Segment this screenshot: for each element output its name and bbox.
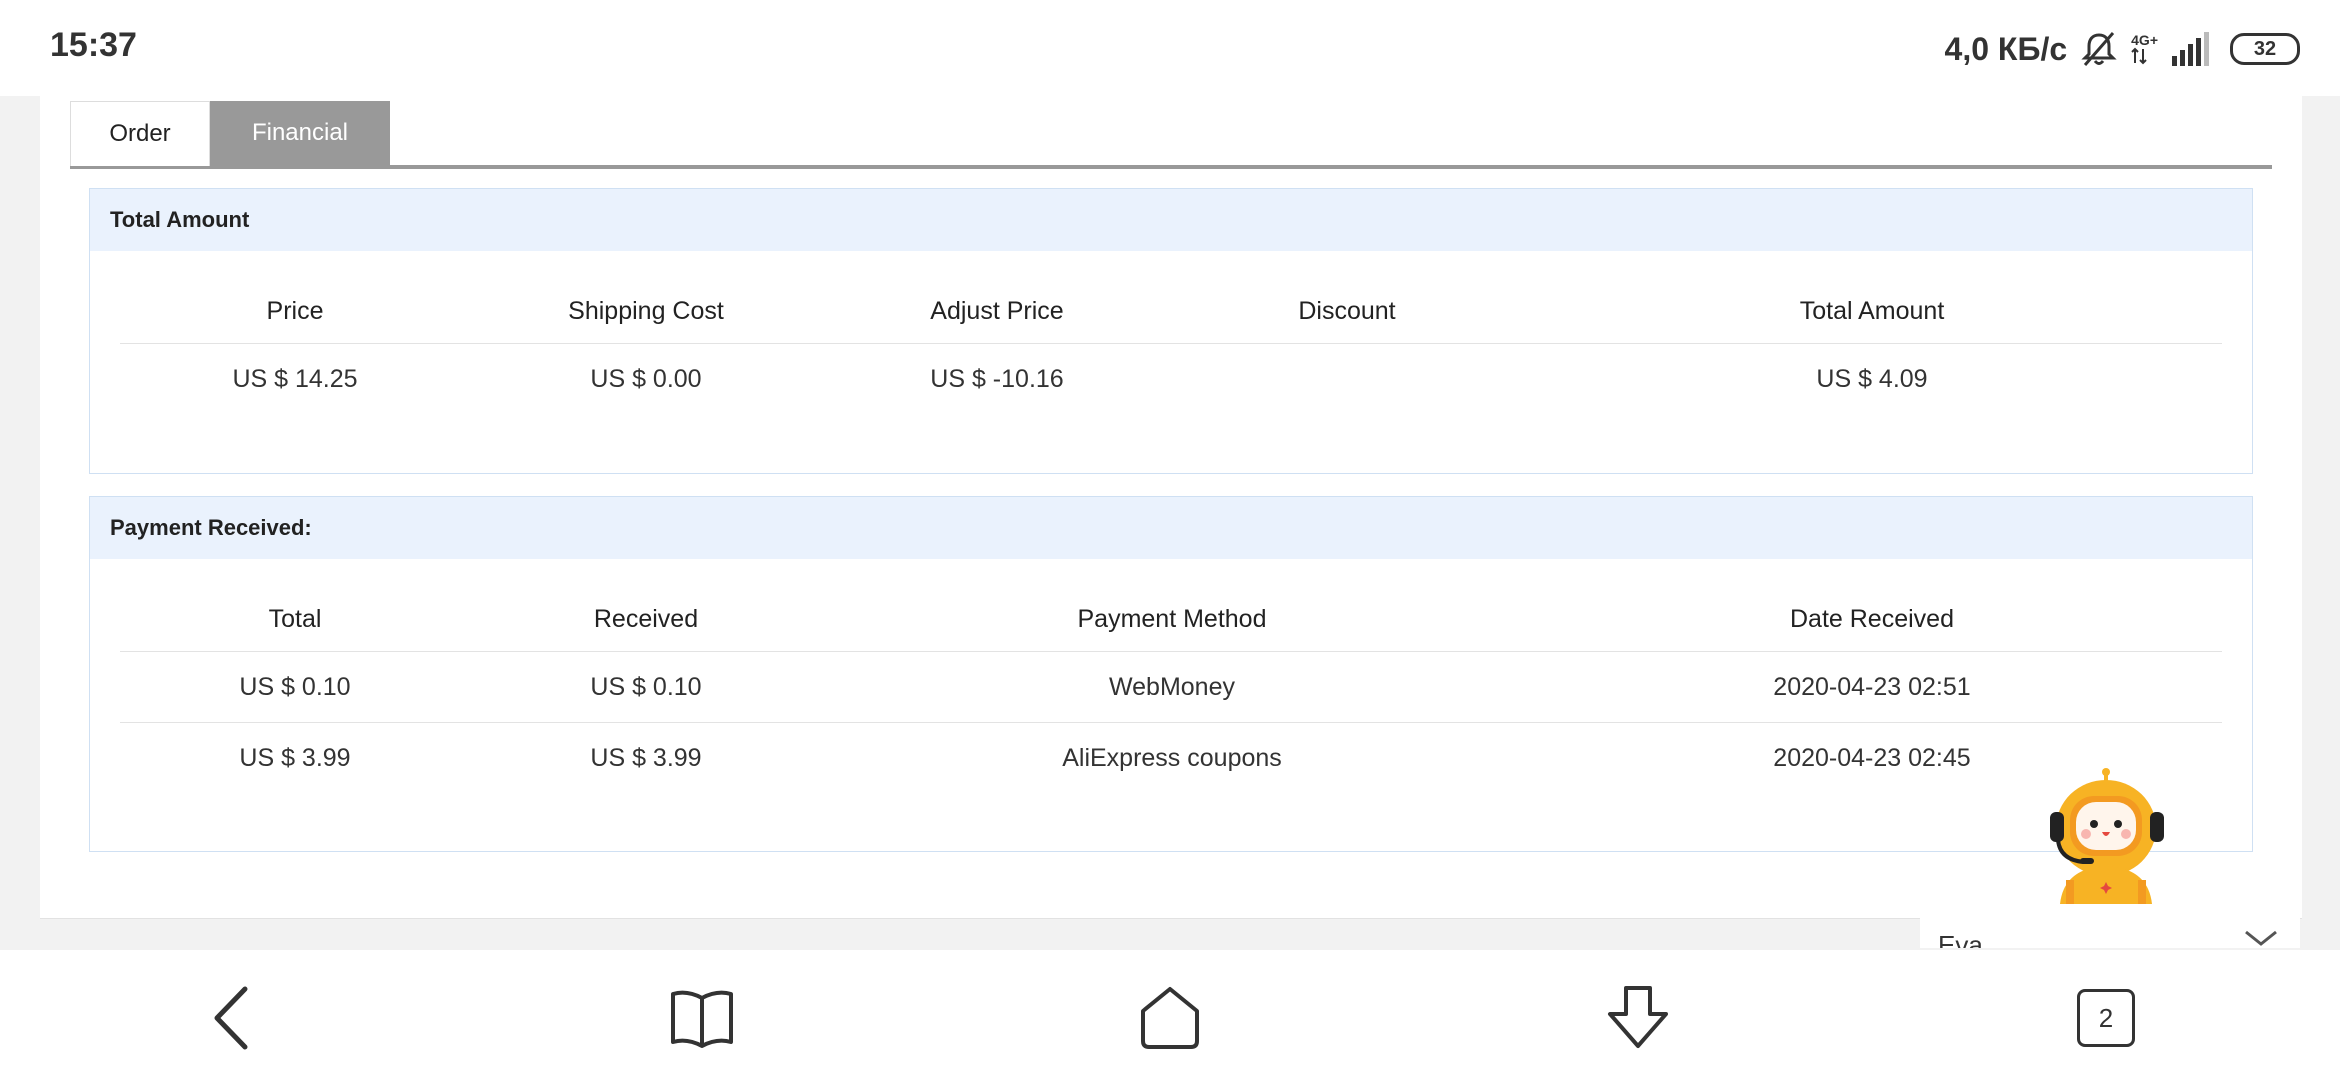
column-header: Total (268, 604, 322, 633)
download-arrow-icon (1608, 986, 1668, 1048)
price-cell: US $ 14.25 (120, 343, 470, 414)
column-header: Received (593, 604, 699, 633)
bell-off-icon (2081, 32, 2117, 66)
payment-received-section: Payment Received: Total Received Payment… (89, 496, 2253, 852)
adjust-price-cell: US $ -10.16 (822, 343, 1172, 414)
robot-assistant-icon[interactable] (2050, 768, 2174, 904)
received-cell: US $ 0.10 (470, 651, 822, 723)
browser-nav-bar: 2 (0, 950, 2340, 1080)
payment-method-cell: WebMoney (822, 651, 1522, 723)
table-row: US $ 0.10 US $ 0.10 WebMoney 2020-04-23 … (120, 651, 2222, 723)
status-indicators: 4,0 КБ/с 4G+ 32 (1945, 24, 2300, 74)
tabs-button[interactable]: 2 (2068, 980, 2144, 1056)
home-button[interactable] (1132, 980, 1208, 1056)
section-title: Payment Received: (90, 497, 2252, 559)
column-header: Date Received (1790, 604, 1954, 633)
network-speed: 4,0 КБ/с (1944, 30, 2068, 67)
table-row: US $ 3.99 US $ 3.99 AliExpress coupons 2… (120, 722, 2222, 793)
shipping-cost-cell: US $ 0.00 (470, 343, 822, 414)
column-header: Shipping Cost (568, 296, 724, 325)
back-button[interactable] (194, 980, 270, 1056)
date-received-cell: 2020-04-23 02:51 (1522, 651, 2222, 723)
table-row: US $ 14.25 US $ 0.00 US $ -10.16 US $ 4.… (120, 343, 2222, 414)
total-cell: US $ 0.10 (120, 651, 470, 723)
back-arrow-icon (214, 986, 248, 1050)
column-header: Payment Method (1077, 604, 1267, 633)
payment-received-table: Total Received Payment Method Date Recei… (120, 587, 2222, 793)
bookmarks-button[interactable] (664, 980, 740, 1056)
chat-agent-name: Eva (1938, 930, 1983, 948)
tab-bar: Order Financial (70, 101, 2272, 169)
chevron-down-icon[interactable] (2244, 928, 2278, 948)
discount-cell (1172, 343, 1522, 414)
total-amount-cell: US $ 4.09 (1522, 343, 2222, 414)
network-type: 4G+ (2131, 33, 2158, 65)
column-header: Discount (1298, 296, 1396, 325)
data-arrows-icon (2131, 47, 2147, 65)
order-detail-card: Order Financial Total Amount Price Shipp… (40, 96, 2302, 919)
tab-order[interactable]: Order (70, 101, 210, 166)
total-cell: US $ 3.99 (120, 722, 470, 793)
column-header: Total Amount (1799, 296, 1945, 325)
payment-method-cell: AliExpress coupons (822, 722, 1522, 793)
battery-icon: 32 (2230, 33, 2300, 65)
status-bar: 15:37 4,0 КБ/с 4G+ 32 (0, 0, 2340, 96)
column-header: Adjust Price (930, 296, 1064, 325)
signal-icon (2172, 32, 2209, 66)
table-header-row: Price Shipping Cost Adjust Price Discoun… (120, 279, 2222, 344)
column-header: Price (266, 296, 324, 325)
table-header-row: Total Received Payment Method Date Recei… (120, 587, 2222, 652)
tabs-count-icon: 2 (2077, 989, 2135, 1047)
status-time: 15:37 (50, 26, 137, 64)
home-icon (1141, 987, 1199, 1049)
section-title: Total Amount (90, 189, 2252, 251)
received-cell: US $ 3.99 (470, 722, 822, 793)
download-button[interactable] (1600, 980, 1676, 1056)
total-amount-table: Price Shipping Cost Adjust Price Discoun… (120, 279, 2222, 414)
book-icon (671, 990, 733, 1048)
tab-financial[interactable]: Financial (210, 101, 390, 165)
chat-widget[interactable]: Eva (1920, 908, 2300, 948)
total-amount-section: Total Amount Price Shipping Cost Adjust … (89, 188, 2253, 474)
